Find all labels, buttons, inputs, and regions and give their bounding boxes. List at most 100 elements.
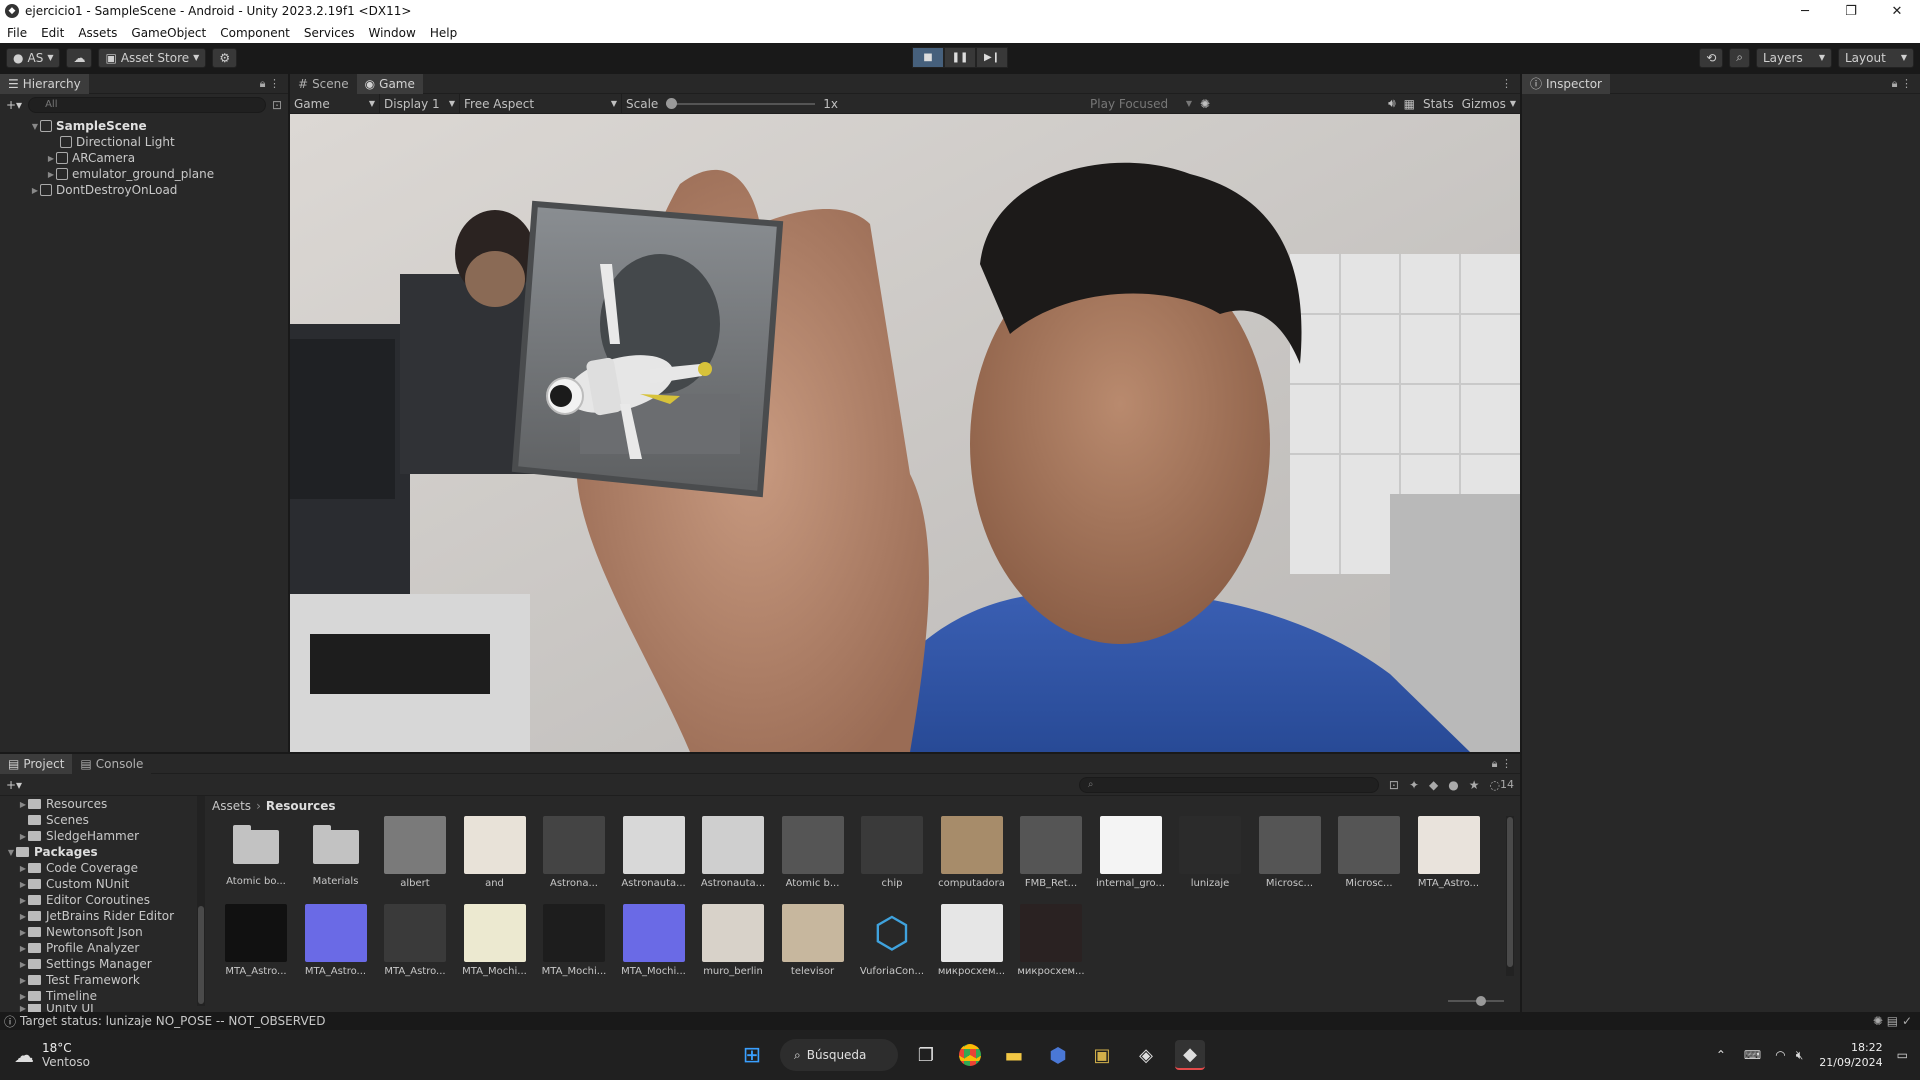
stop-button[interactable]: ■ xyxy=(912,47,944,68)
folder-item[interactable]: ▶ Timeline xyxy=(0,988,196,1004)
layout-dropdown[interactable]: Layout ▼ xyxy=(1838,47,1914,68)
tab-console[interactable]: ▤ Console xyxy=(72,753,152,774)
tab-inspector[interactable]: ⓘ Inspector xyxy=(1522,73,1610,94)
menu-help[interactable]: Help xyxy=(423,26,464,40)
play-focused-dropdown[interactable]: Play Focused ▼ xyxy=(1086,94,1196,114)
asset-item[interactable]: computadora xyxy=(936,816,1008,889)
version-control-button[interactable]: ⚙ xyxy=(212,47,238,68)
add-button[interactable]: +▾ xyxy=(6,98,22,112)
asset-item[interactable]: televisor xyxy=(777,904,849,977)
folder-item[interactable]: ▶ Code Coverage xyxy=(0,860,196,876)
thumbnail-size-slider[interactable] xyxy=(1448,996,1504,1006)
asset-item[interactable]: Astronauta... xyxy=(618,816,690,889)
filter-type-icon[interactable]: ⊡ xyxy=(1389,778,1399,792)
maximize-icon[interactable]: ❐ xyxy=(1828,0,1874,22)
hidden-packages-icon[interactable]: ◌ xyxy=(1490,778,1500,792)
asset-item[interactable]: Microsc... xyxy=(1254,816,1326,889)
folder-item[interactable]: ▶ Profile Analyzer xyxy=(0,940,196,956)
tab-scene[interactable]: # Scene xyxy=(290,73,357,94)
menu-edit[interactable]: Edit xyxy=(34,26,71,40)
weather-widget[interactable]: ☁ 18°C Ventoso xyxy=(14,1041,90,1069)
app-icon[interactable]: ▣ xyxy=(1087,1040,1117,1070)
volume-muted-icon[interactable]: 🔇︎ xyxy=(1796,1048,1804,1063)
expand-icon[interactable]: ▶ xyxy=(46,154,56,163)
asset-item[interactable]: FMB_Ret... xyxy=(1015,816,1087,889)
status-message[interactable]: Target status: lunizaje NO_POSE -- NOT_O… xyxy=(20,1014,325,1028)
menu-assets[interactable]: Assets xyxy=(71,26,124,40)
mute-toggle[interactable]: 🔊︎ xyxy=(1384,94,1400,114)
pause-button[interactable]: ❚❚ xyxy=(944,47,976,68)
folder-item[interactable]: ▼ Packages xyxy=(0,844,196,860)
folder-item[interactable]: ▶ Settings Manager xyxy=(0,956,196,972)
game-viewport[interactable] xyxy=(290,114,1520,752)
status-icons[interactable]: ✺ ▤ ✓ xyxy=(1873,1014,1912,1028)
asset-item[interactable]: and xyxy=(459,816,531,889)
wifi-icon[interactable]: ◠ xyxy=(1775,1048,1785,1062)
asset-item[interactable]: MTA_Astro... xyxy=(300,904,372,977)
step-button[interactable]: ▶❙ xyxy=(976,47,1008,68)
scene-filter-icon[interactable]: ⊡ xyxy=(272,98,282,112)
asset-item[interactable]: chip xyxy=(856,816,928,889)
menu-component[interactable]: Component xyxy=(213,26,297,40)
gizmos-dropdown[interactable]: Gizmos ▼ xyxy=(1458,94,1520,114)
asset-item[interactable]: MTA_Mochi... xyxy=(459,904,531,977)
asset-item[interactable]: Astronauta... xyxy=(697,816,769,889)
tag-icon[interactable]: ◆ xyxy=(1429,778,1438,792)
task-view-icon[interactable]: ❐ xyxy=(911,1040,941,1070)
more-icon[interactable]: ⋮ xyxy=(1501,77,1512,90)
menu-services[interactable]: Services xyxy=(297,26,362,40)
folder-tree-scrollbar[interactable] xyxy=(197,796,205,1006)
notifications-icon[interactable]: ▭ xyxy=(1897,1048,1908,1062)
menu-window[interactable]: Window xyxy=(362,26,423,40)
tab-project[interactable]: ▤ Project xyxy=(0,753,73,774)
breadcrumb-resources[interactable]: Resources xyxy=(266,799,336,813)
filter-label-icon[interactable]: ✦ xyxy=(1409,778,1419,792)
clock[interactable]: 18:22 21/09/2024 xyxy=(1819,1040,1882,1070)
asset-item[interactable]: ⬡ VuforiaCon... xyxy=(856,904,928,977)
shield-icon[interactable]: ⬢ xyxy=(1043,1040,1073,1070)
account-button[interactable]: ● AS ▼ xyxy=(6,47,61,68)
expand-icon[interactable]: ▶ xyxy=(30,186,40,195)
folder-item[interactable]: ▶ JetBrains Rider Editor xyxy=(0,908,196,924)
scale-slider[interactable] xyxy=(666,97,816,109)
cloud-button[interactable]: ☁ xyxy=(66,47,93,68)
folder-item[interactable]: ▶ Resources xyxy=(0,796,196,812)
hierarchy-item[interactable]: ▶ DontDestroyOnLoad xyxy=(0,182,288,198)
asset-store-button[interactable]: ▣ Asset Store ▼ xyxy=(98,47,207,68)
asset-item[interactable]: микросхем... xyxy=(1015,904,1087,977)
keyboard-icon[interactable]: ⌨ xyxy=(1744,1048,1761,1062)
asset-item[interactable]: MTA_Astro... xyxy=(379,904,451,977)
start-button[interactable]: ⊞ xyxy=(737,1040,767,1070)
warning-icon[interactable]: ● xyxy=(1448,778,1458,792)
hierarchy-search-input[interactable]: All xyxy=(28,97,266,113)
minimize-icon[interactable]: ─ xyxy=(1782,0,1828,22)
expand-icon[interactable]: ▶ xyxy=(46,170,56,179)
menu-gameobject[interactable]: GameObject xyxy=(124,26,213,40)
undo-history-button[interactable]: ⟲ xyxy=(1699,47,1724,68)
unity-hub-icon[interactable]: ◈ xyxy=(1131,1040,1161,1070)
asset-item[interactable]: Materials xyxy=(300,816,372,887)
asset-item[interactable]: internal_gro... xyxy=(1095,816,1167,889)
aspect-dropdown[interactable]: Free Aspect ▼ xyxy=(460,93,622,114)
folder-item[interactable]: ▶ Editor Coroutines xyxy=(0,892,196,908)
asset-item[interactable]: Atomic b... xyxy=(777,816,849,889)
folder-item[interactable]: ▶ Unity UI xyxy=(0,1004,196,1012)
asset-item[interactable]: Astrona... xyxy=(538,816,610,889)
folder-item[interactable]: ▶ SledgeHammer xyxy=(0,828,196,844)
search-box[interactable]: ⌕ Búsqueda xyxy=(780,1039,898,1071)
lock-icon[interactable]: 🔒︎ ⋮ xyxy=(260,77,280,91)
folder-item[interactable]: ▶ Newtonsoft Json xyxy=(0,924,196,940)
bug-toggle[interactable]: ✺ xyxy=(1196,94,1214,114)
close-icon[interactable]: ✕ xyxy=(1874,0,1920,22)
stats-button[interactable]: Stats xyxy=(1419,94,1458,114)
asset-item[interactable]: Microsc... xyxy=(1333,816,1405,889)
hierarchy-item[interactable]: ▶ emulator_ground_plane xyxy=(0,166,288,182)
tab-hierarchy[interactable]: ☰ Hierarchy xyxy=(0,73,89,94)
expand-icon[interactable]: ▼ xyxy=(30,122,40,131)
menu-file[interactable]: File xyxy=(0,26,34,40)
chevron-up-icon[interactable]: ⌃ xyxy=(1716,1048,1726,1062)
folder-item[interactable]: ▶ Test Framework xyxy=(0,972,196,988)
asset-item[interactable]: Atomic bo... xyxy=(220,816,292,887)
folder-item[interactable]: Scenes xyxy=(0,812,196,828)
asset-item[interactable]: MTA_Astro... xyxy=(1413,816,1485,889)
